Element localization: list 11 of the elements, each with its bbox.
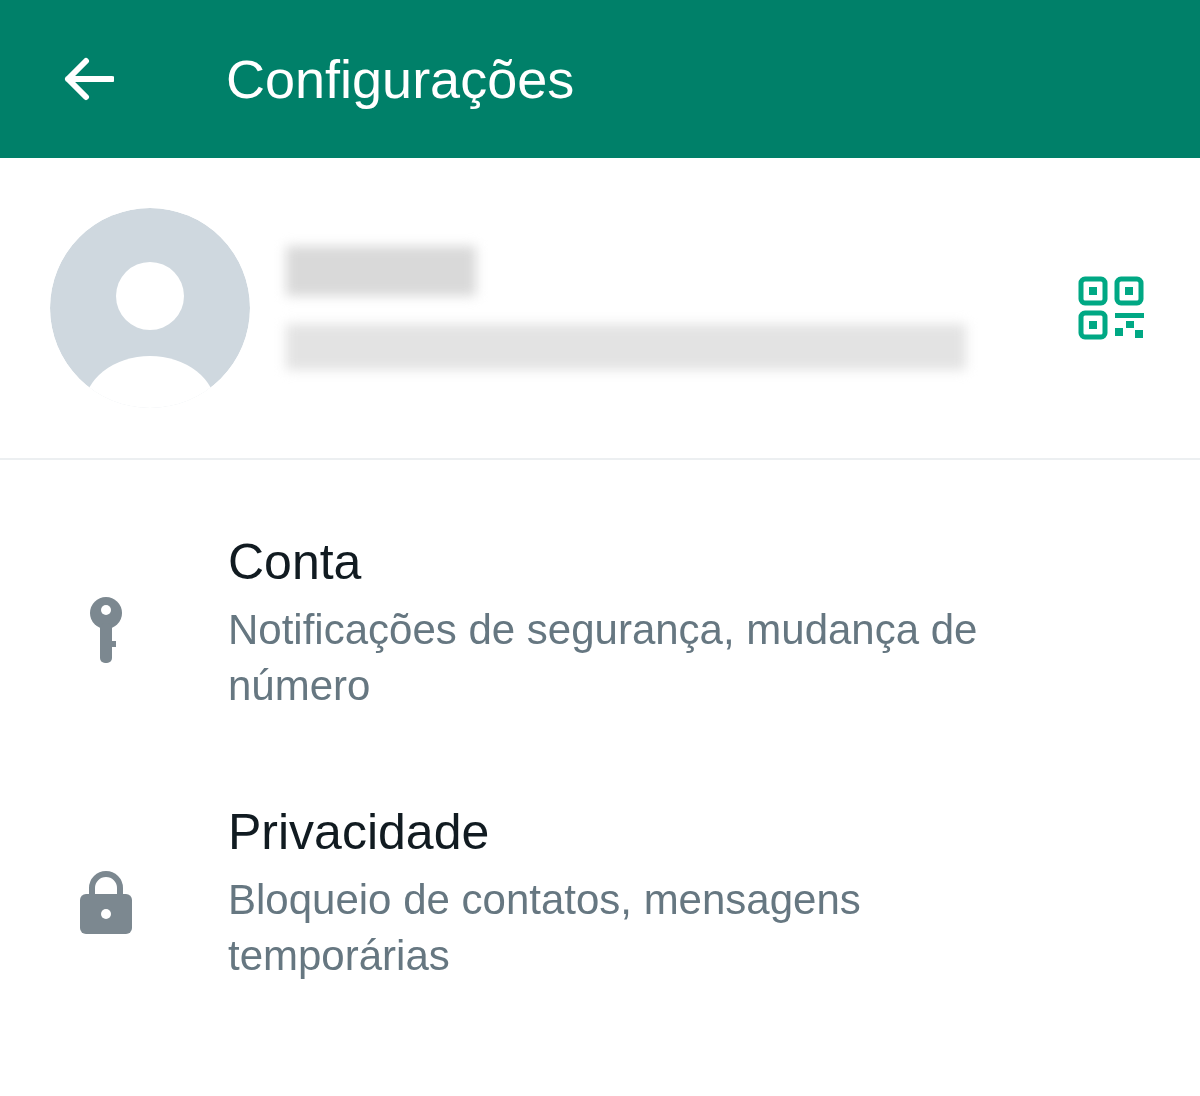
settings-item[interactable]: Privacidade Bloqueio de contatos, mensagens temporárias (0, 800, 1200, 984)
settings-item[interactable]: Conta Notificações de segurança, mudança de número (0, 530, 1200, 714)
item-title: Conta (228, 533, 363, 592)
item-subtitle: Bloqueio de contatos, mensagens temporárias (228, 875, 862, 981)
qr-code-icon[interactable] (1078, 276, 1144, 340)
item-title: Privacidade (228, 803, 491, 862)
screen-title: Configurações (226, 47, 575, 111)
back-arrow-icon (62, 57, 114, 101)
avatar-icon (50, 208, 250, 408)
lock-icon (80, 870, 132, 934)
item-subtitle: Notificações de segurança, mudança de número (228, 605, 979, 711)
